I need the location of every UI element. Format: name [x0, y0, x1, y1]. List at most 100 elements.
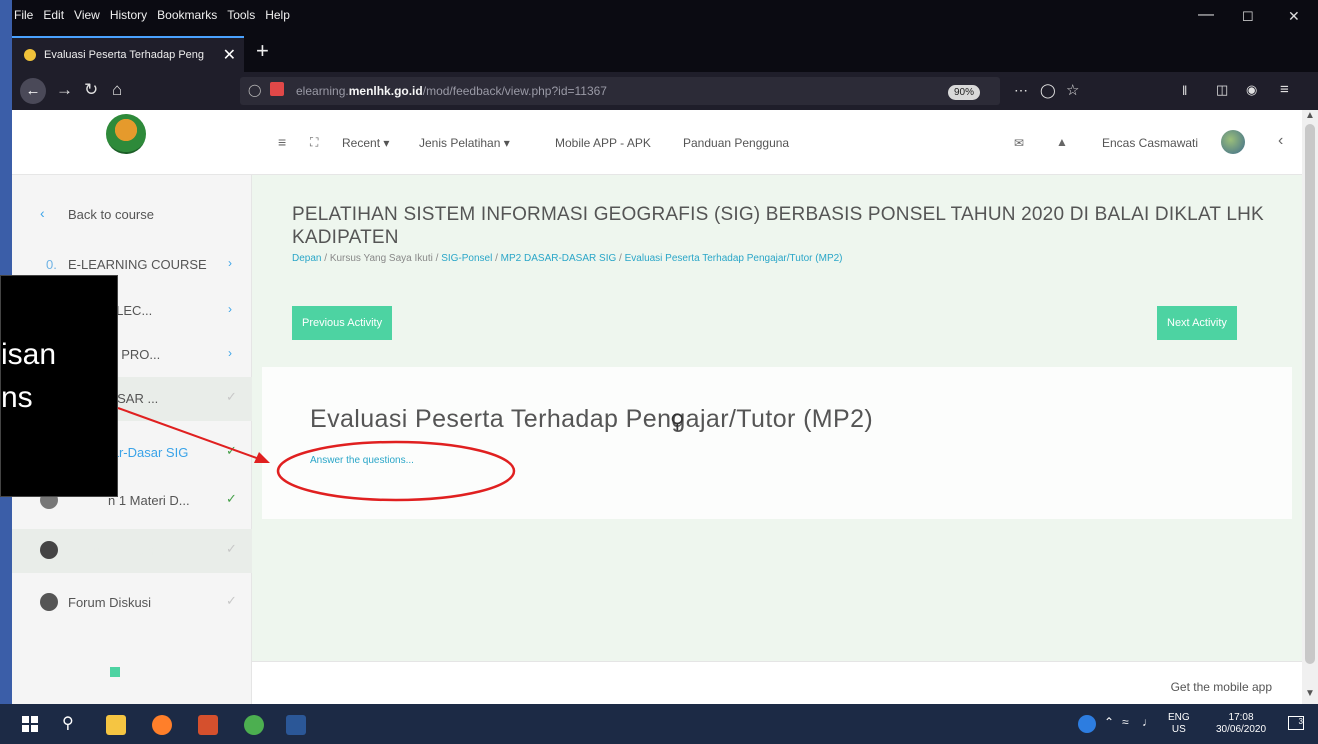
reload-icon[interactable]: ↻: [84, 80, 98, 100]
completed-check-icon: ✓: [226, 443, 237, 458]
browser-window: File Edit View History Bookmarks Tools H…: [0, 0, 1318, 744]
nav-recent[interactable]: Recent ▾: [342, 136, 389, 150]
breadcrumb: Depan / Kursus Yang Saya Ikuti / SIG-Pon…: [292, 253, 843, 264]
overlay-text-line: isan: [1, 338, 57, 371]
powerpoint-icon[interactable]: [198, 715, 218, 735]
close-window-button[interactable]: ✕: [1288, 8, 1300, 25]
course-title: PELATIHAN SISTEM INFORMASI GEOGRAFIS (SI…: [292, 204, 1264, 248]
tab-active[interactable]: Evaluasi Peserta Terhadap Peng ✕: [12, 36, 244, 72]
sidebar-item-forum[interactable]: Forum Diskusi ✓: [12, 581, 252, 625]
page-actions-icon[interactable]: ⋯: [1014, 82, 1028, 99]
sidebar-toggle-icon[interactable]: ◫: [1216, 82, 1228, 98]
breadcrumb-course[interactable]: SIG-Ponsel: [441, 253, 492, 264]
windows-taskbar: ⚲ ⌃ ≈ ♩ ENG US 17:08 30/06/2020 3: [0, 704, 1318, 744]
back-arrow-icon[interactable]: ←: [20, 78, 46, 104]
archive-icon[interactable]: [110, 667, 120, 677]
menu-help[interactable]: Help: [265, 8, 290, 22]
firefox-icon[interactable]: [152, 715, 172, 735]
forward-arrow-icon[interactable]: →: [56, 80, 73, 100]
help-icon[interactable]: [1078, 715, 1096, 733]
menu-edit[interactable]: Edit: [43, 8, 64, 22]
menu-bookmarks[interactable]: Bookmarks: [157, 8, 217, 22]
hamburger-menu-icon[interactable]: ≡: [1280, 81, 1289, 98]
overlay-text-line: ns: [1, 381, 33, 414]
pocket-icon[interactable]: ◯: [1040, 82, 1056, 99]
notifications-bell-icon[interactable]: ▲: [1056, 135, 1068, 149]
completed-check-icon: ✓: [226, 491, 237, 506]
scroll-up-icon[interactable]: ▲: [1305, 110, 1315, 121]
avatar[interactable]: [1221, 130, 1245, 154]
bookmark-star-icon[interactable]: ☆: [1066, 81, 1079, 99]
clock[interactable]: 17:08 30/06/2020: [1216, 712, 1266, 736]
sidebar-item-evaluasi[interactable]: Evaluasi Peserta Ter... ✓: [12, 529, 252, 573]
sidebar-item-label: Back to course: [68, 207, 154, 222]
incomplete-check-icon: ✓: [226, 593, 237, 608]
chrome-icon[interactable]: [244, 715, 264, 735]
nav-jenis-pelatihan[interactable]: Jenis Pelatihan ▾: [419, 136, 510, 150]
nav-mobile-app[interactable]: Mobile APP - APK: [555, 136, 651, 150]
file-explorer-icon[interactable]: [106, 715, 126, 735]
magnifier-plus-icon[interactable]: ⚲: [670, 409, 685, 434]
expand-check-icon: ✓: [226, 389, 237, 404]
nav-panduan-pengguna[interactable]: Panduan Pengguna: [683, 136, 789, 150]
answer-questions-link[interactable]: Answer the questions...: [310, 455, 414, 466]
new-tab-button[interactable]: +: [256, 38, 269, 64]
tab-bar: Evaluasi Peserta Terhadap Peng ✕ +: [12, 32, 1318, 72]
tray-chevron-icon[interactable]: ⌃: [1104, 716, 1114, 728]
get-mobile-app-link[interactable]: Get the mobile app: [1171, 680, 1272, 694]
navigation-toolbar: ← → ↻ ⌂ ◯ elearning.menlhk.go.id/mod/fee…: [12, 72, 1318, 110]
minimize-button[interactable]: —: [1198, 6, 1214, 24]
fullscreen-icon[interactable]: ⛶: [310, 135, 318, 150]
url-text[interactable]: elearning.menlhk.go.id/mod/feedback/view…: [296, 84, 607, 98]
section-number: 0.: [46, 257, 57, 272]
account-icon[interactable]: ◉: [1246, 82, 1257, 98]
vertical-scrollbar[interactable]: ▲ ▼: [1302, 110, 1318, 704]
messages-icon[interactable]: ✉: [1014, 136, 1024, 150]
menu-history[interactable]: History: [110, 8, 147, 22]
language-indicator[interactable]: ENG US: [1168, 712, 1190, 736]
scroll-down-icon[interactable]: ▼: [1305, 688, 1315, 699]
library-icon[interactable]: ‖: [1182, 83, 1187, 98]
chevron-right-icon: ›: [228, 346, 232, 360]
collapse-drawer-icon[interactable]: ‹: [1278, 132, 1283, 150]
menu-toggle-icon[interactable]: ≡: [278, 134, 286, 150]
breadcrumb-activity[interactable]: Evaluasi Peserta Terhadap Pengajar/Tutor…: [625, 253, 843, 264]
search-icon[interactable]: ⚲: [62, 713, 74, 733]
notification-center-icon[interactable]: 3: [1288, 716, 1304, 730]
user-name[interactable]: Encas Casmawati: [1102, 136, 1198, 150]
maximize-button[interactable]: ☐: [1242, 9, 1254, 25]
url-bar[interactable]: ◯ elearning.menlhk.go.id/mod/feedback/vi…: [240, 77, 1000, 105]
menu-view[interactable]: View: [74, 8, 100, 22]
presentation-overlay: isan ns: [0, 275, 118, 497]
menu-bar: File Edit View History Bookmarks Tools H…: [12, 0, 1318, 32]
chevron-right-icon: ›: [228, 302, 232, 316]
lock-warning-icon[interactable]: [270, 82, 284, 96]
home-icon[interactable]: ⌂: [112, 80, 122, 100]
close-tab-icon[interactable]: ✕: [223, 45, 236, 65]
main-content: PELATIHAN SISTEM INFORMASI GEOGRAFIS (SI…: [252, 175, 1302, 705]
shield-icon[interactable]: ◯: [248, 83, 261, 97]
sidebar-item-label: n 1 Materi D...: [108, 493, 190, 508]
activity-title: Evaluasi Peserta Terhadap Pengajar/Tutor…: [310, 405, 874, 433]
word-icon[interactable]: [286, 715, 306, 735]
scrollbar-thumb[interactable]: [1305, 124, 1315, 664]
menu-file[interactable]: File: [14, 8, 33, 22]
next-activity-button[interactable]: Next Activity: [1157, 306, 1237, 340]
favicon-icon: [24, 49, 36, 61]
breadcrumb-separator: /: [619, 253, 622, 264]
forum-icon: [40, 593, 58, 611]
activity-card: [262, 367, 1292, 519]
site-logo[interactable]: [106, 114, 146, 154]
menu-tools[interactable]: Tools: [227, 8, 255, 22]
breadcrumb-home[interactable]: Depan: [292, 253, 321, 264]
chevron-left-icon: ‹: [40, 205, 45, 221]
windows-start-icon[interactable]: [22, 716, 38, 732]
zoom-level[interactable]: 90%: [948, 85, 981, 100]
breadcrumb-section[interactable]: MP2 DASAR-DASAR SIG: [501, 253, 617, 264]
previous-activity-button[interactable]: Previous Activity: [292, 306, 393, 340]
network-icon[interactable]: ≈: [1122, 716, 1129, 728]
sidebar-item-back[interactable]: ‹ Back to course: [12, 193, 252, 237]
volume-icon[interactable]: ♩: [1142, 716, 1154, 728]
sidebar-item-label: E-LEARNING COURSE: [68, 257, 207, 272]
tab-title: Evaluasi Peserta Terhadap Peng: [44, 49, 204, 61]
